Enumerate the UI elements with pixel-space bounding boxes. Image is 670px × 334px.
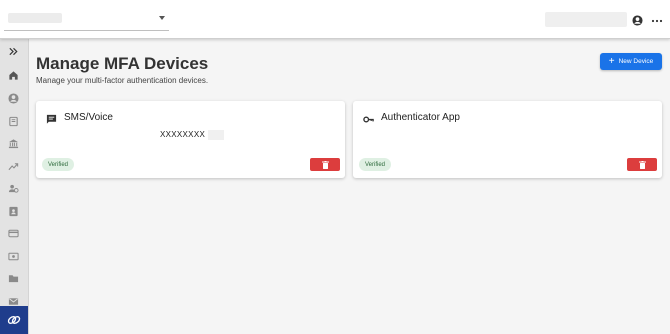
book-icon[interactable]	[6, 114, 20, 128]
contact-card-icon[interactable]	[6, 204, 20, 218]
device-title: Authenticator App	[381, 112, 460, 123]
folder-icon[interactable]	[6, 271, 20, 285]
chevron-down-icon	[159, 16, 165, 20]
delete-device-button[interactable]	[627, 158, 657, 171]
user-name-redacted	[545, 12, 627, 27]
status-badge: Verified	[359, 158, 392, 171]
users-icon[interactable]	[6, 181, 20, 195]
delete-device-button[interactable]	[310, 158, 340, 171]
cash-icon[interactable]	[6, 249, 20, 263]
chat-message-icon	[46, 112, 57, 124]
organization-name-redacted	[8, 13, 62, 23]
phone-number-redacted	[208, 130, 224, 140]
trash-icon	[321, 160, 329, 169]
more-horizontal-icon[interactable]	[651, 13, 663, 23]
organization-select[interactable]	[4, 8, 169, 31]
sidebar	[0, 38, 29, 334]
page-title: Manage MFA Devices	[36, 54, 209, 73]
link-logo-icon[interactable]	[0, 306, 28, 334]
account-circle-icon[interactable]	[632, 13, 643, 26]
device-card-sms: SMS/Voice XXXXXXXX Verified	[36, 101, 345, 178]
home-icon[interactable]	[6, 68, 20, 82]
trash-icon	[638, 160, 646, 169]
device-title: SMS/Voice	[64, 112, 113, 123]
plus-icon: +	[608, 55, 615, 67]
account-circle-icon[interactable]	[6, 91, 20, 105]
new-device-label: New Device	[618, 58, 654, 65]
key-icon	[363, 112, 374, 123]
new-device-button[interactable]: + New Device	[600, 53, 662, 70]
double-chevron-right-icon[interactable]	[6, 44, 20, 58]
device-card-authenticator: Authenticator App Verified	[353, 101, 662, 178]
trending-icon[interactable]	[6, 159, 20, 173]
status-badge: Verified	[42, 158, 75, 171]
page-subtitle: Manage your multi-factor authentication …	[36, 76, 209, 85]
masked-phone-number: XXXXXXXX	[160, 130, 206, 139]
bank-icon[interactable]	[6, 136, 20, 150]
credit-card-icon[interactable]	[6, 226, 20, 240]
top-bar	[0, 0, 670, 39]
